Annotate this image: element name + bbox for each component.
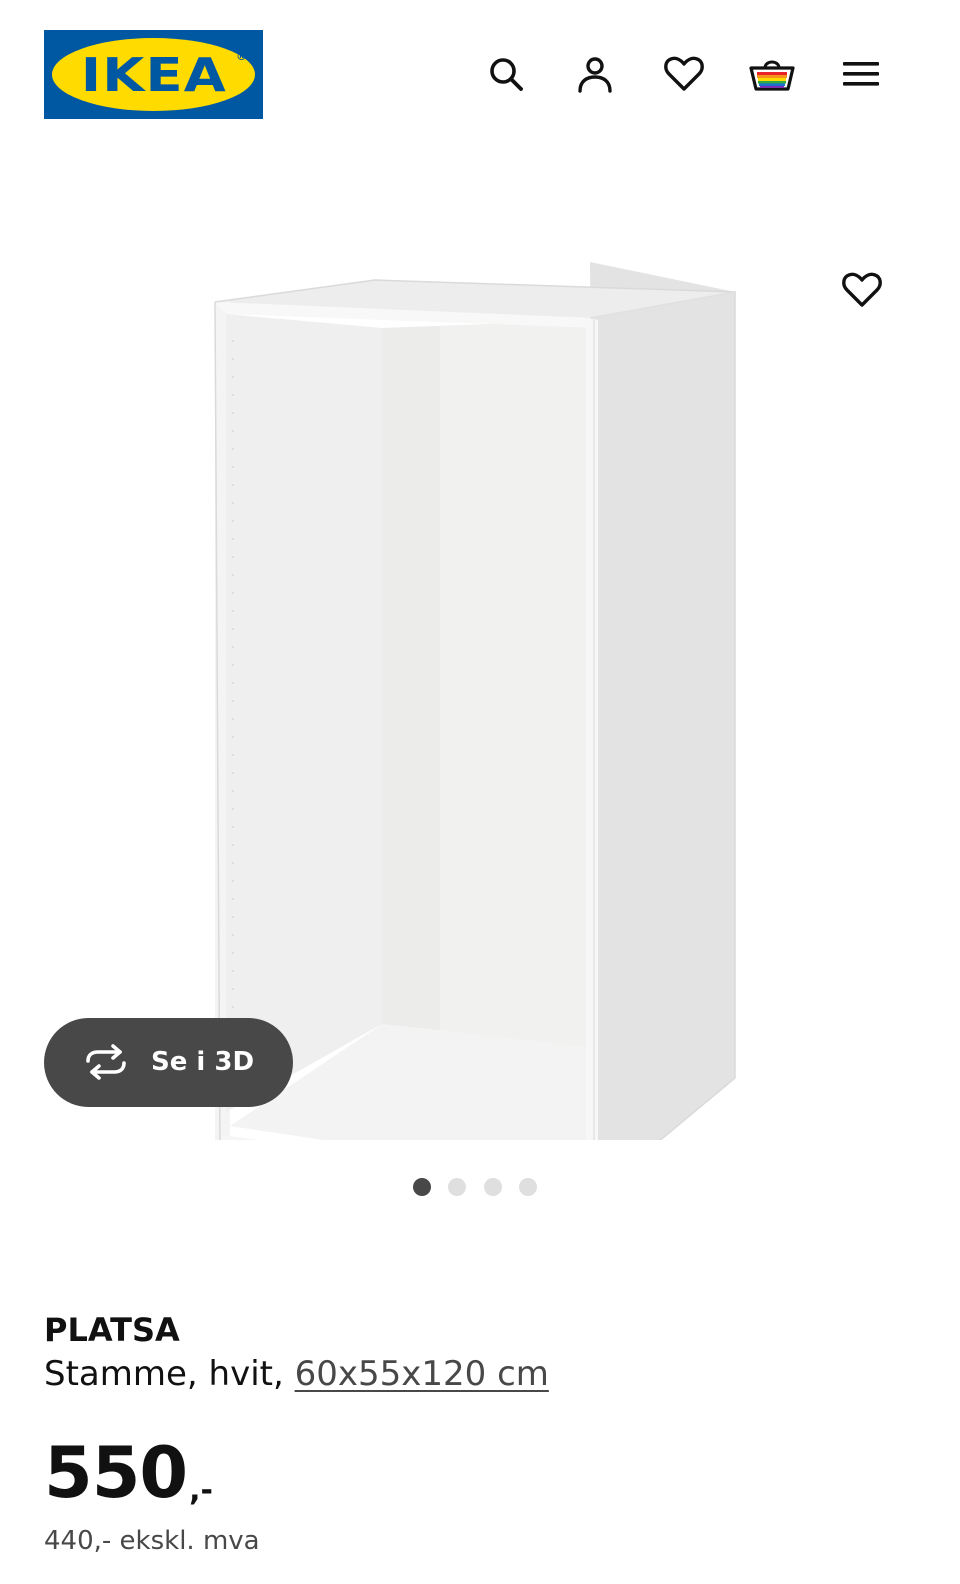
profile-icon[interactable]: [571, 50, 619, 98]
product-image[interactable]: [200, 210, 760, 1140]
menu-icon[interactable]: [837, 50, 885, 98]
gallery-dot-1[interactable]: [413, 1178, 431, 1196]
ikea-logo[interactable]: IKEA ®: [44, 30, 263, 119]
price-main: 550: [44, 1432, 188, 1514]
gallery-dot-3[interactable]: [484, 1178, 502, 1196]
heart-icon[interactable]: [660, 50, 708, 98]
view-3d-label: Se i 3D: [151, 1047, 255, 1077]
price-excl-vat: 440,- ekskl. mva: [44, 1526, 260, 1556]
product-name: PLATSA: [44, 1311, 180, 1349]
gallery-dot-2[interactable]: [448, 1178, 466, 1196]
product-gallery[interactable]: Se i 3D: [0, 150, 960, 1230]
product-type: Stamme, hvit,: [44, 1354, 295, 1394]
search-icon[interactable]: [482, 50, 530, 98]
basket-icon[interactable]: [748, 50, 796, 98]
product-description: Stamme, hvit, 60x55x120 cm: [44, 1352, 924, 1396]
logo-text: IKEA: [80, 47, 227, 102]
view-3d-button[interactable]: Se i 3D: [44, 1018, 293, 1107]
logo-oval: IKEA: [52, 38, 255, 111]
add-to-favourites-heart-icon[interactable]: [836, 264, 888, 316]
gallery-dot-4[interactable]: [519, 1178, 537, 1196]
registered-mark: ®: [236, 50, 247, 63]
product-dimensions-link[interactable]: 60x55x120 cm: [295, 1354, 549, 1394]
price-suffix: ,-: [189, 1473, 213, 1508]
gallery-pagination: [0, 1178, 960, 1196]
product-price: 550 ,-: [44, 1432, 213, 1514]
product-info: PLATSA Stamme, hvit, 60x55x120 cm: [44, 1310, 924, 1396]
header: IKEA ®: [0, 0, 960, 150]
rotate-3d-icon: [82, 1044, 130, 1084]
